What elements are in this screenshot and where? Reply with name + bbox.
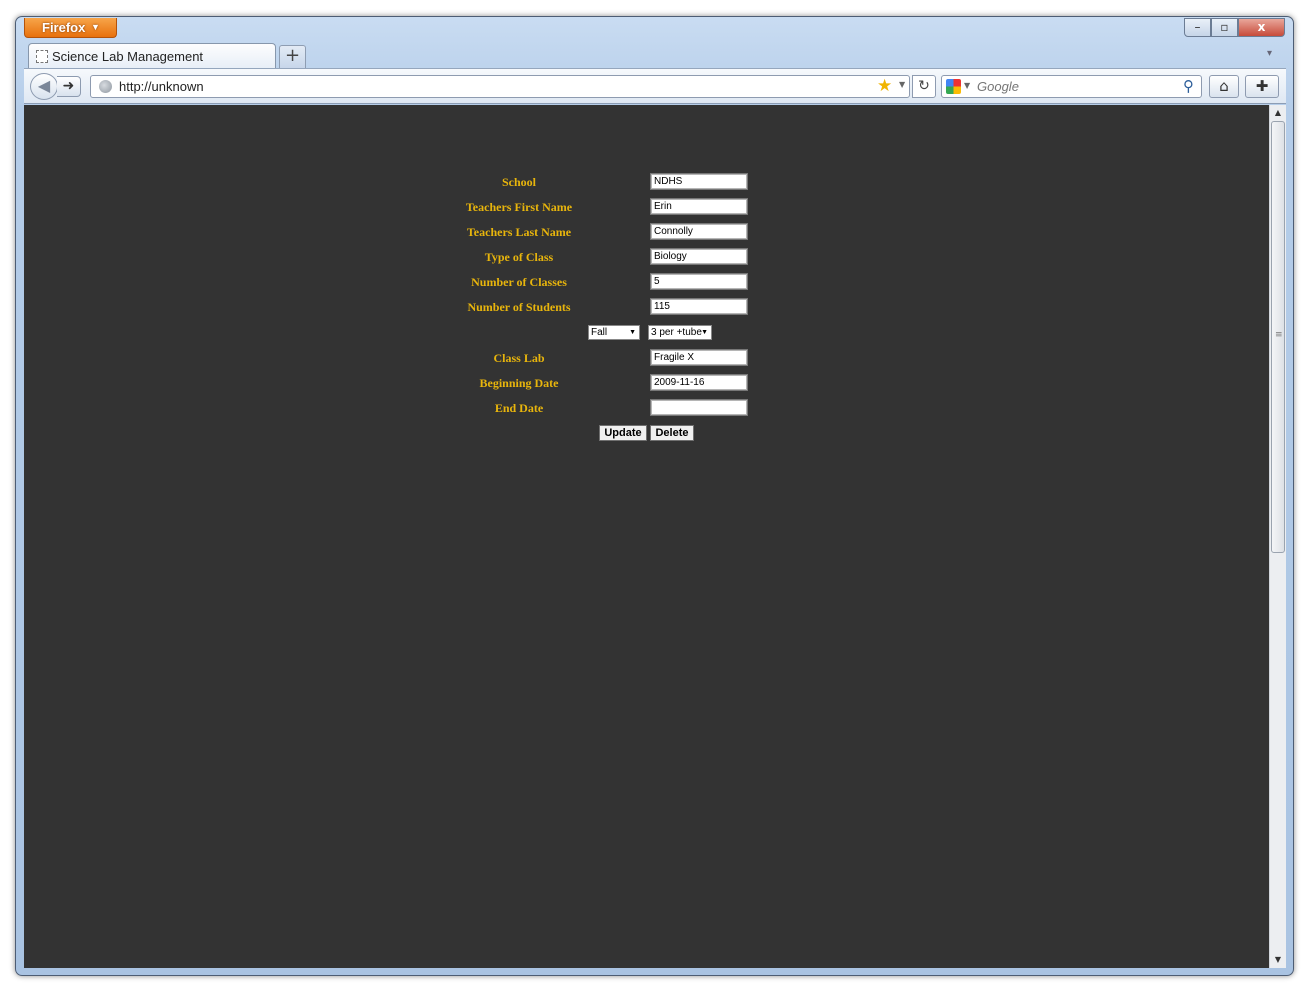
label-teacher-first-name: Teachers First Name (465, 200, 573, 214)
number-of-classes-field[interactable]: 5 (650, 273, 748, 290)
class-lab-field[interactable]: Fragile X (650, 349, 748, 366)
chevron-down-icon[interactable]: ▼ (964, 81, 970, 90)
new-tab-button[interactable]: + (279, 45, 306, 68)
label-end-date: End Date (494, 401, 544, 415)
beginning-date-field[interactable]: 2009-11-16 (650, 374, 748, 391)
type-of-class-field[interactable]: Biology (650, 248, 748, 265)
chevron-down-icon: ▼ (629, 329, 636, 336)
chevron-down-icon[interactable]: ▼ (899, 80, 905, 89)
vertical-scrollbar[interactable]: ▲ ≡ ▼ (1269, 105, 1286, 968)
number-of-students-field[interactable]: 115 (650, 298, 748, 315)
chevron-down-icon: ▼ (91, 22, 100, 32)
semester-select[interactable]: Fall ▼ (588, 325, 640, 340)
url-text: http://unknown (119, 79, 204, 94)
forward-button[interactable]: ➜ (57, 76, 81, 97)
ratio-select-value: 3 per +tube (651, 327, 702, 338)
grip-icon: ≡ (1275, 330, 1283, 340)
bookmark-star-icon[interactable]: ★ (877, 76, 892, 96)
chevron-down-icon: ▼ (701, 329, 708, 336)
lab-form: School NDHS Teachers First Name Erin Tea… (24, 105, 1269, 968)
page-content: School NDHS Teachers First Name Erin Tea… (24, 105, 1269, 968)
end-date-field[interactable] (650, 399, 748, 416)
maximize-button[interactable]: ▫ (1211, 18, 1238, 37)
reload-button[interactable]: ↻ (912, 75, 936, 98)
scrollbar-thumb[interactable]: ≡ (1271, 121, 1285, 553)
minimize-button[interactable]: – (1184, 18, 1211, 37)
teacher-first-name-field[interactable]: Erin (650, 198, 748, 215)
label-teacher-last-name: Teachers Last Name (466, 225, 572, 239)
firefox-menu-label: Firefox (42, 20, 86, 35)
google-icon[interactable] (946, 79, 961, 94)
firefox-menu-button[interactable]: Firefox ▼ (24, 18, 117, 38)
scroll-down-icon[interactable]: ▼ (1270, 952, 1286, 968)
school-field[interactable]: NDHS (650, 173, 748, 190)
back-button[interactable]: ◀ (30, 73, 58, 100)
label-number-of-students: Number of Students (467, 300, 571, 314)
page-icon (36, 50, 48, 63)
delete-button[interactable]: Delete (650, 425, 694, 441)
scroll-up-icon[interactable]: ▲ (1270, 105, 1286, 121)
search-bar[interactable]: ▼ Google ⚲ (941, 75, 1202, 98)
search-input[interactable]: Google (977, 79, 1019, 94)
teacher-last-name-field[interactable]: Connolly (650, 223, 748, 240)
update-button[interactable]: Update (599, 425, 647, 441)
label-school: School (501, 175, 536, 189)
tab-science-lab[interactable]: Science Lab Management (28, 43, 276, 69)
semester-select-value: Fall (591, 327, 608, 338)
search-icon[interactable]: ⚲ (1183, 77, 1194, 95)
globe-icon (99, 80, 112, 93)
tab-list-icon[interactable]: ▾ (1267, 48, 1272, 59)
label-number-of-classes: Number of Classes (471, 275, 567, 289)
url-bar[interactable]: http://unknown ★ ▼ (90, 75, 910, 98)
close-button[interactable]: x (1238, 18, 1285, 37)
tab-title: Science Lab Management (52, 49, 204, 64)
label-beginning-date: Beginning Date (479, 376, 559, 390)
label-type-of-class: Type of Class (484, 250, 554, 264)
bookmarks-button[interactable]: ✚ (1245, 75, 1279, 98)
label-class-lab: Class Lab (493, 351, 545, 365)
window-controls: – ▫ x (1184, 18, 1285, 38)
home-button[interactable]: ⌂ (1209, 75, 1239, 98)
ratio-select[interactable]: 3 per +tube ▼ (648, 325, 712, 340)
